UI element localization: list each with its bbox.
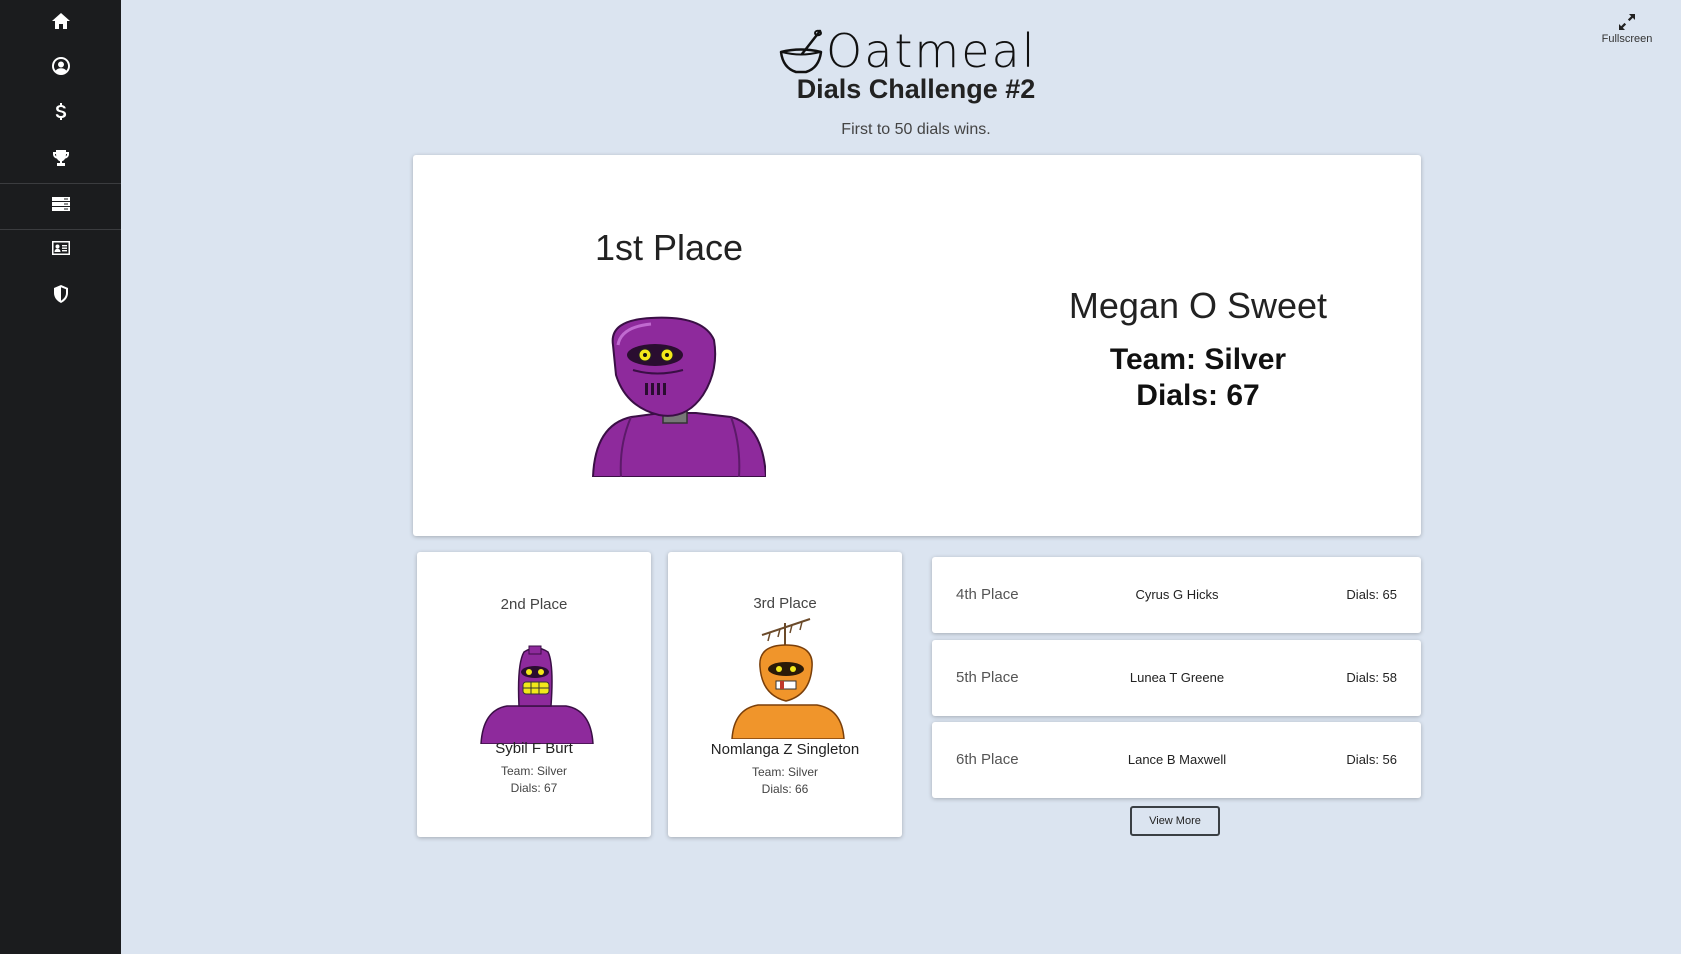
first-place-card: 1st Place Megan O Sweet Team: Silver Dia… — [413, 155, 1421, 536]
rank-place: 5th Place — [956, 669, 1019, 686]
rank-name: Lunea T Greene — [1129, 670, 1225, 685]
dollar-icon — [55, 103, 66, 120]
first-place-name: Megan O Sweet — [1068, 285, 1328, 326]
fullscreen-button[interactable]: Fullscreen — [1587, 12, 1667, 45]
nav-home[interactable] — [0, 6, 121, 36]
rank-place: 6th Place — [956, 751, 1019, 768]
logo-text: Oatmeal — [826, 24, 1037, 78]
third-place-card: 3rd Place Nomlanga Z Singleton Team: Sil… — [668, 552, 902, 837]
podium-name: Sybil F Burt — [495, 740, 573, 757]
second-place-card: 2nd Place Sybil F Burt Team: Silver Dial… — [417, 552, 651, 837]
podium-dials: Dials: 67 — [510, 781, 558, 795]
rank-row: 4th Place Cyrus G Hicks Dials: 65 — [932, 557, 1421, 633]
sidebar-divider — [0, 229, 121, 230]
expand-icon — [1619, 14, 1635, 30]
rank-place: 4th Place — [956, 586, 1019, 603]
home-icon — [51, 13, 70, 29]
trophy-icon — [52, 150, 69, 166]
logo: Oatmeal — [778, 16, 1037, 76]
sidebar-divider — [0, 183, 121, 184]
podium-name: Nomlanga Z Singleton — [710, 741, 860, 758]
podium-team: Team: Silver — [751, 765, 819, 779]
rank-name: Lance B Maxwell — [1127, 752, 1227, 767]
first-place-dials: Dials: 67 — [1136, 379, 1260, 412]
robot-avatar — [731, 618, 845, 739]
podium-place: 3rd Place — [753, 595, 817, 612]
nav-contacts[interactable] — [0, 233, 121, 263]
shield-icon — [53, 285, 68, 303]
user-circle-icon — [51, 57, 70, 75]
rank-dials: Dials: 56 — [1346, 752, 1397, 767]
page-subtitle: First to 50 dials wins. — [841, 121, 991, 138]
fullscreen-label: Fullscreen — [1601, 33, 1653, 45]
page-title: Dials Challenge #2 — [796, 74, 1036, 104]
robot-avatar — [591, 316, 766, 477]
podium-team: Team: Silver — [500, 764, 568, 778]
rank-row: 6th Place Lance B Maxwell Dials: 56 — [932, 722, 1421, 798]
nav-challenges[interactable] — [0, 143, 121, 173]
rank-name: Cyrus G Hicks — [1135, 587, 1219, 602]
server-icon — [51, 197, 70, 211]
nav-security[interactable] — [0, 279, 121, 309]
id-card-icon — [51, 241, 70, 255]
sidebar — [0, 0, 121, 954]
rank-row: 5th Place Lunea T Greene Dials: 58 — [932, 640, 1421, 716]
robot-avatar — [480, 645, 594, 744]
bowl-icon — [779, 29, 823, 74]
view-more-button[interactable]: View More — [1130, 806, 1220, 836]
podium-place: 2nd Place — [500, 596, 568, 613]
nav-servers[interactable] — [0, 189, 121, 219]
podium-dials: Dials: 66 — [761, 782, 809, 796]
rank-dials: Dials: 58 — [1346, 670, 1397, 685]
rank-dials: Dials: 65 — [1346, 587, 1397, 602]
first-place-team: Team: Silver — [1109, 343, 1287, 376]
first-place-label: 1st Place — [595, 227, 744, 268]
